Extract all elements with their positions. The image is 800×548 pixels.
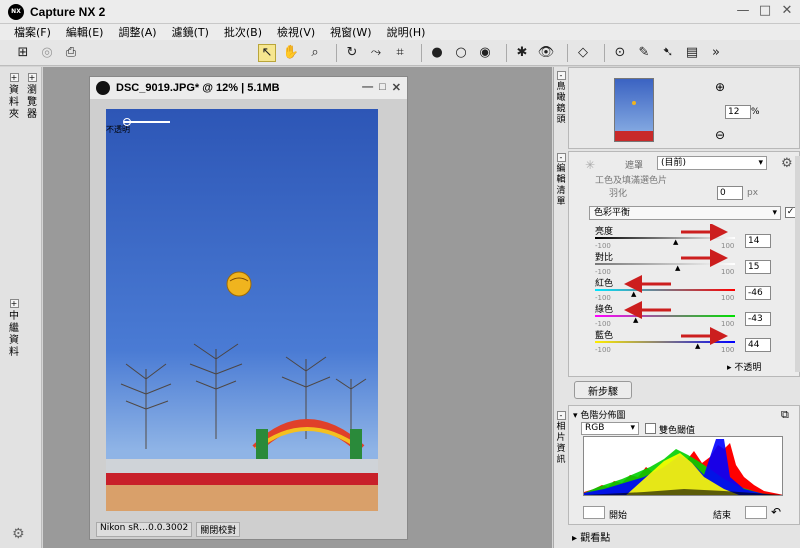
- crop-icon[interactable]: ⌗: [391, 44, 409, 62]
- opacity-row[interactable]: ▸ 不透明: [727, 360, 761, 373]
- contrast-value[interactable]: 15: [745, 260, 771, 274]
- mode-dropdown[interactable]: (目前) ▾: [657, 156, 767, 170]
- annotation-arrows: [624, 224, 728, 345]
- doc-minimize-button[interactable]: —: [362, 81, 373, 94]
- menu-window[interactable]: 視窗(W): [330, 24, 371, 40]
- edit-list-scrollbar[interactable]: [795, 156, 800, 372]
- viewpoint-row[interactable]: ▸ 觀看點: [572, 529, 610, 544]
- hand-tool-icon[interactable]: ✋: [282, 44, 300, 62]
- doc-close-button[interactable]: ✕: [392, 81, 401, 94]
- dual-threshold-checkbox[interactable]: [645, 423, 656, 434]
- metadata-panel-tab[interactable]: + 中繼資料: [4, 299, 24, 359]
- menu-file[interactable]: 檔案(F): [14, 24, 51, 40]
- histogram-chart[interactable]: [583, 436, 783, 496]
- histogram-panel: ▾ 色階分佈圖 ⧉ RGB ▾ 雙色閾值 開始 結束 ↶: [568, 405, 800, 525]
- zoom-in-icon[interactable]: ⊕: [715, 80, 725, 94]
- neutral-point-icon[interactable]: ◉: [476, 44, 494, 62]
- eraser-icon[interactable]: ◇: [574, 44, 592, 62]
- birdseye-thumbnail[interactable]: [614, 78, 654, 142]
- color-balance-header[interactable]: 色彩平衡 ▾: [589, 206, 781, 220]
- menu-adjust[interactable]: 調整(A): [118, 24, 156, 40]
- zoom-out-icon[interactable]: ⊖: [715, 128, 725, 142]
- chevron-down-icon: ▾: [758, 158, 763, 168]
- menu-bar: 檔案(F) 編輯(E) 調整(A) 濾鏡(T) 批次(B) 檢視(V) 視窗(W…: [0, 24, 800, 40]
- right-panel: - 鳥瞰鏡頭 ⊕ 12 % ⊖ - 編輯清單 ✳ 遮罩 (目前) ▾ ⚙ 工色及…: [553, 67, 800, 548]
- expand-triangle-icon: ▸: [572, 533, 581, 544]
- print-icon[interactable]: ⎙: [62, 44, 80, 62]
- channel-dropdown[interactable]: RGB ▾: [581, 422, 639, 435]
- expand-toolbar-icon[interactable]: »: [707, 44, 725, 62]
- green-value[interactable]: -43: [745, 312, 771, 326]
- histogram-settings-icon[interactable]: ⧉: [781, 408, 789, 422]
- browser-panel-tab[interactable]: + 瀏覽器: [22, 73, 42, 121]
- photo-info-label: - 相片資訊: [556, 411, 566, 465]
- workspace-grid-icon[interactable]: ⊞: [14, 44, 32, 62]
- birdseye-label: - 鳥瞰鏡頭: [556, 71, 566, 125]
- rotate-icon[interactable]: ↻: [343, 44, 361, 62]
- expand-icon: +: [9, 73, 19, 82]
- proof-toggle[interactable]: 關閉校對: [196, 522, 241, 537]
- maximize-button[interactable]: □: [758, 3, 772, 18]
- selection-brush-icon[interactable]: ✎: [635, 44, 653, 62]
- straighten-icon[interactable]: ⤳: [367, 44, 385, 62]
- red-eye-icon[interactable]: 👁: [537, 44, 555, 62]
- histogram-header[interactable]: ▾ 色階分佈圖: [573, 408, 625, 421]
- left-panel-strip: + 資料夾 + 瀏覽器 + 中繼資料 ⚙: [0, 67, 42, 548]
- color-balance-sliders: 亮度 ▲ -100 100 對比 ▲ -100 100 紅色 ▲ -100 10…: [595, 224, 765, 354]
- overlay-handle[interactable]: [123, 118, 131, 126]
- zoom-field[interactable]: 12: [725, 105, 751, 119]
- lasso-icon[interactable]: ➷: [659, 44, 677, 62]
- doc-maximize-button[interactable]: □: [379, 81, 386, 94]
- menu-help[interactable]: 說明(H): [387, 24, 426, 40]
- white-point-icon[interactable]: ○: [452, 44, 470, 62]
- settings-gear-icon[interactable]: ⚙: [781, 156, 793, 171]
- sparkle-icon: ✳: [585, 158, 596, 172]
- menu-filter[interactable]: 濾鏡(T): [172, 24, 209, 40]
- new-step-button[interactable]: 新步驟: [574, 381, 632, 399]
- folders-panel-tab[interactable]: + 資料夾: [4, 73, 24, 121]
- document-window: DSC_9019.JPG* @ 12% | 5.1MB — □ ✕ 不透明 Ni…: [89, 76, 408, 540]
- settings-gear-icon[interactable]: ⚙: [12, 526, 25, 542]
- toolbar: ⊞ ◎ ⎙ ↖ ✋ ⌕ ↻ ⤳ ⌗ ● ○ ◉ ✱ 👁 ◇ ⊙ ✎ ➷ ▤ »: [0, 40, 800, 66]
- app-logo: NX: [8, 3, 24, 20]
- gradient-icon[interactable]: ▤: [683, 44, 701, 62]
- red-value[interactable]: -46: [745, 286, 771, 300]
- app-titlebar: NX Capture NX 2 — □ ✕: [0, 0, 800, 24]
- start-field[interactable]: [583, 506, 605, 519]
- photo-image: [106, 109, 378, 511]
- chevron-down-icon: ▾: [630, 423, 635, 433]
- menu-view[interactable]: 檢視(V): [277, 24, 315, 40]
- brightness-value[interactable]: 14: [745, 234, 771, 248]
- expand-icon: +: [27, 73, 37, 82]
- expand-icon: +: [9, 299, 19, 308]
- menu-batch[interactable]: 批次(B): [224, 24, 262, 40]
- camera-icon[interactable]: ◎: [38, 44, 56, 62]
- camera-model: Nikon sR…0.0.3002: [96, 522, 193, 537]
- menu-edit[interactable]: 編輯(E): [66, 24, 104, 40]
- window-controls: — □ ✕: [736, 3, 794, 18]
- document-logo-icon: [96, 81, 110, 95]
- close-button[interactable]: ✕: [780, 3, 794, 18]
- app-title: Capture NX 2: [30, 4, 106, 19]
- feather-field[interactable]: 0: [717, 186, 743, 200]
- birdseye-panel: ⊕ 12 % ⊖: [568, 67, 800, 149]
- edit-list-label: - 編輯清單: [556, 153, 566, 207]
- black-point-icon[interactable]: ●: [428, 44, 446, 62]
- edit-list-panel: ✳ 遮罩 (目前) ▾ ⚙ 工色及填滿選色片 羽化 0 px 色彩平衡 ▾ ✓ …: [568, 151, 800, 377]
- document-status-bar: Nikon sR…0.0.3002 關閉校對: [96, 522, 241, 537]
- document-titlebar[interactable]: DSC_9019.JPG* @ 12% | 5.1MB — □ ✕: [90, 77, 407, 99]
- pointer-tool-icon[interactable]: ↖: [258, 43, 276, 62]
- control-point-icon[interactable]: ⊙: [611, 44, 629, 62]
- reset-icon[interactable]: ↶: [771, 505, 781, 519]
- blue-value[interactable]: 44: [745, 338, 771, 352]
- photo-canvas[interactable]: 不透明: [106, 109, 378, 511]
- chevron-down-icon: ▾: [772, 208, 777, 218]
- auto-retouch-icon[interactable]: ✱: [513, 44, 531, 62]
- minimize-button[interactable]: —: [736, 3, 750, 18]
- end-field[interactable]: [745, 506, 767, 519]
- zoom-tool-icon[interactable]: ⌕: [306, 44, 324, 62]
- document-title: DSC_9019.JPG* @ 12% | 5.1MB: [116, 82, 280, 94]
